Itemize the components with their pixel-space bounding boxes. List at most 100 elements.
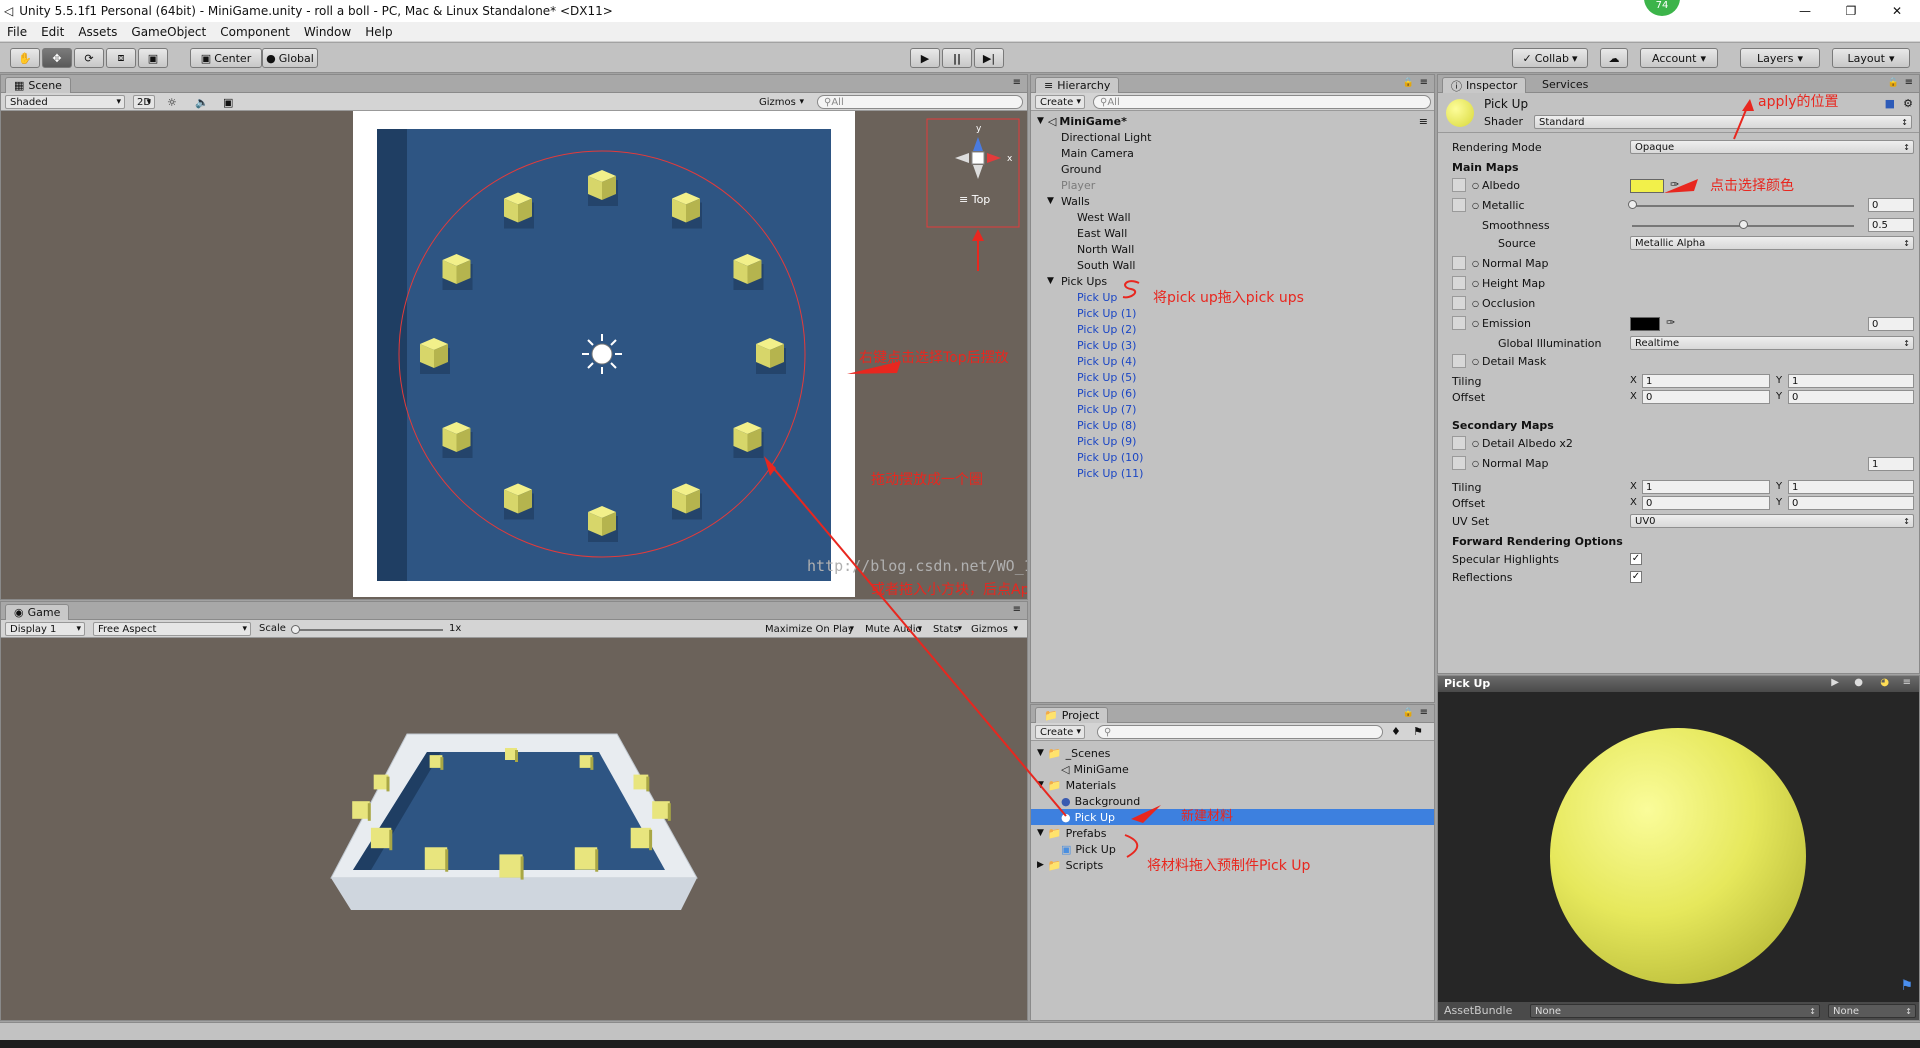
sec-normal-map-slot[interactable]: [1452, 456, 1466, 470]
account-dropdown[interactable]: Account ▾: [1640, 48, 1718, 68]
pivot-center-button[interactable]: ▣ Center: [190, 48, 262, 68]
tab-project[interactable]: 📁 Project: [1035, 707, 1109, 723]
hierarchy-item[interactable]: Directional Light: [1031, 129, 1434, 145]
mode-2d-toggle[interactable]: 2D: [133, 95, 155, 109]
project-item[interactable]: ▼ 📁 Prefabs: [1031, 825, 1434, 841]
texture-picker-icon[interactable]: ○: [1472, 319, 1479, 328]
metallic-slider-knob[interactable]: [1628, 200, 1637, 209]
panel-menu-icon[interactable]: ≡: [1905, 77, 1913, 88]
step-button[interactable]: ▶|: [974, 48, 1004, 68]
tab-services[interactable]: Services: [1542, 78, 1588, 91]
tiling-x-field[interactable]: 1: [1642, 374, 1770, 388]
texture-picker-icon[interactable]: ○: [1472, 357, 1479, 366]
expand-arrow-icon[interactable]: ▼: [1047, 276, 1054, 286]
hierarchy-item[interactable]: Pick Up (10): [1031, 449, 1434, 465]
sphere-mesh-icon[interactable]: ●: [1854, 677, 1863, 688]
maximize-icon[interactable]: ❐: [1828, 0, 1874, 22]
scale-slider[interactable]: [293, 629, 443, 631]
sec-normal-value-field[interactable]: 1: [1868, 457, 1914, 471]
panel-menu-icon[interactable]: ≡: [1420, 77, 1428, 88]
hierarchy-item[interactable]: Pick Up (5): [1031, 369, 1434, 385]
audio-toggle-icon[interactable]: 🔈: [195, 96, 209, 109]
hand-tool-button[interactable]: ✋: [10, 48, 40, 68]
source-dropdown[interactable]: Metallic Alpha: [1630, 236, 1914, 250]
scene-pickup-cube[interactable]: [420, 338, 450, 374]
menu-edit[interactable]: Edit: [34, 25, 71, 39]
pause-button[interactable]: ||: [942, 48, 972, 68]
sec-tiling-y-field[interactable]: 1: [1788, 480, 1914, 494]
albedo-color-swatch[interactable]: [1630, 179, 1664, 193]
scale-slider-knob[interactable]: [291, 625, 300, 634]
texture-picker-icon[interactable]: ○: [1472, 259, 1479, 268]
tab-inspector[interactable]: ⓘ Inspector: [1442, 77, 1527, 93]
texture-picker-icon[interactable]: ○: [1472, 439, 1479, 448]
scene-pickup-cube[interactable]: [442, 422, 473, 458]
effects-toggle-icon[interactable]: ▣: [223, 96, 233, 109]
reflections-checkbox[interactable]: ✓: [1630, 571, 1642, 583]
lights-icon[interactable]: ◕: [1880, 677, 1889, 688]
game-gizmos-dropdown[interactable]: Gizmos: [967, 622, 1021, 636]
hierarchy-item[interactable]: Ground: [1031, 161, 1434, 177]
assetbundle-name-dropdown[interactable]: None: [1530, 1004, 1820, 1018]
gizmo-mode-top[interactable]: ≡ Top: [959, 193, 990, 206]
scene-pickup-cube[interactable]: [733, 422, 764, 458]
close-icon[interactable]: ✕: [1874, 0, 1920, 22]
project-item[interactable]: ▼ 📁 _Scenes: [1031, 745, 1434, 761]
eyedropper-icon[interactable]: ✑: [1666, 316, 1675, 329]
texture-picker-icon[interactable]: ○: [1472, 181, 1479, 190]
expand-arrow-icon[interactable]: ▼: [1037, 116, 1044, 126]
scene-viewport[interactable]: y x ≡ Top 右键点击选择Top后摆放 拖动摆放成一个圈 http://b…: [1, 111, 1027, 599]
hierarchy-item[interactable]: Pick Up (3): [1031, 337, 1434, 353]
specular-checkbox[interactable]: ✓: [1630, 553, 1642, 565]
height-map-slot[interactable]: [1452, 276, 1466, 290]
texture-picker-icon[interactable]: ○: [1472, 459, 1479, 468]
panel-menu-icon[interactable]: ≡: [1903, 677, 1911, 688]
offset-y-field[interactable]: 0: [1788, 390, 1914, 404]
lock-icon[interactable]: 🔒: [1403, 708, 1414, 718]
filter-label-icon[interactable]: ⚑: [1413, 725, 1423, 738]
assetbundle-variant-dropdown[interactable]: None: [1828, 1004, 1916, 1018]
hierarchy-item[interactable]: Pick Up (9): [1031, 433, 1434, 449]
hierarchy-item[interactable]: Pick Up (11): [1031, 465, 1434, 481]
hierarchy-item[interactable]: West Wall: [1031, 209, 1434, 225]
emission-slot[interactable]: [1452, 316, 1466, 330]
scene-pickup-cube[interactable]: [733, 254, 764, 290]
scene-pickup-cube[interactable]: [756, 338, 786, 374]
project-create-dropdown[interactable]: Create: [1035, 725, 1085, 739]
settings-gear-icon[interactable]: ⚙: [1903, 97, 1913, 110]
expand-arrow-icon[interactable]: ▼: [1037, 780, 1044, 790]
cloud-button[interactable]: ☁: [1600, 48, 1628, 68]
scene-pickup-cube[interactable]: [442, 254, 473, 290]
hierarchy-item[interactable]: Pick Up (8): [1031, 417, 1434, 433]
albedo-texture-slot[interactable]: [1452, 178, 1466, 192]
layers-dropdown[interactable]: Layers ▾: [1740, 48, 1820, 68]
sec-offset-y-field[interactable]: 0: [1788, 496, 1914, 510]
hierarchy-item[interactable]: North Wall: [1031, 241, 1434, 257]
occlusion-slot[interactable]: [1452, 296, 1466, 310]
hierarchy-item[interactable]: East Wall: [1031, 225, 1434, 241]
hierarchy-item[interactable]: Pick Up (2): [1031, 321, 1434, 337]
hierarchy-item[interactable]: Pick Up (4): [1031, 353, 1434, 369]
hierarchy-item[interactable]: Player: [1031, 177, 1434, 193]
rotate-tool-button[interactable]: ⟳: [74, 48, 104, 68]
hierarchy-item[interactable]: South Wall: [1031, 257, 1434, 273]
lock-icon[interactable]: 🔒: [1888, 78, 1899, 88]
play-icon[interactable]: ▶: [1831, 677, 1839, 688]
hierarchy-create-dropdown[interactable]: Create: [1035, 95, 1085, 109]
layout-dropdown[interactable]: Layout ▾: [1832, 48, 1910, 68]
expand-arrow-icon[interactable]: ▼: [1047, 196, 1054, 206]
scene-pickup-cube[interactable]: [672, 192, 702, 229]
hierarchy-scene-root[interactable]: ▼ ◁ MiniGame* ≡: [1031, 113, 1434, 129]
metallic-texture-slot[interactable]: [1452, 198, 1466, 212]
menu-help[interactable]: Help: [358, 25, 399, 39]
lock-icon[interactable]: 🔒: [1403, 78, 1414, 88]
eyedropper-icon[interactable]: ✑: [1670, 178, 1679, 191]
sec-offset-x-field[interactable]: 0: [1642, 496, 1770, 510]
metallic-slider[interactable]: [1632, 205, 1854, 207]
scene-pickup-cube[interactable]: [504, 483, 534, 520]
rendering-mode-dropdown[interactable]: Opaque: [1630, 140, 1914, 154]
minimize-icon[interactable]: —: [1782, 0, 1828, 22]
asset-label-icon[interactable]: ⚑: [1900, 978, 1913, 994]
lighting-toggle-icon[interactable]: ☼: [167, 96, 177, 109]
smoothness-value-field[interactable]: 0.5: [1868, 218, 1914, 232]
